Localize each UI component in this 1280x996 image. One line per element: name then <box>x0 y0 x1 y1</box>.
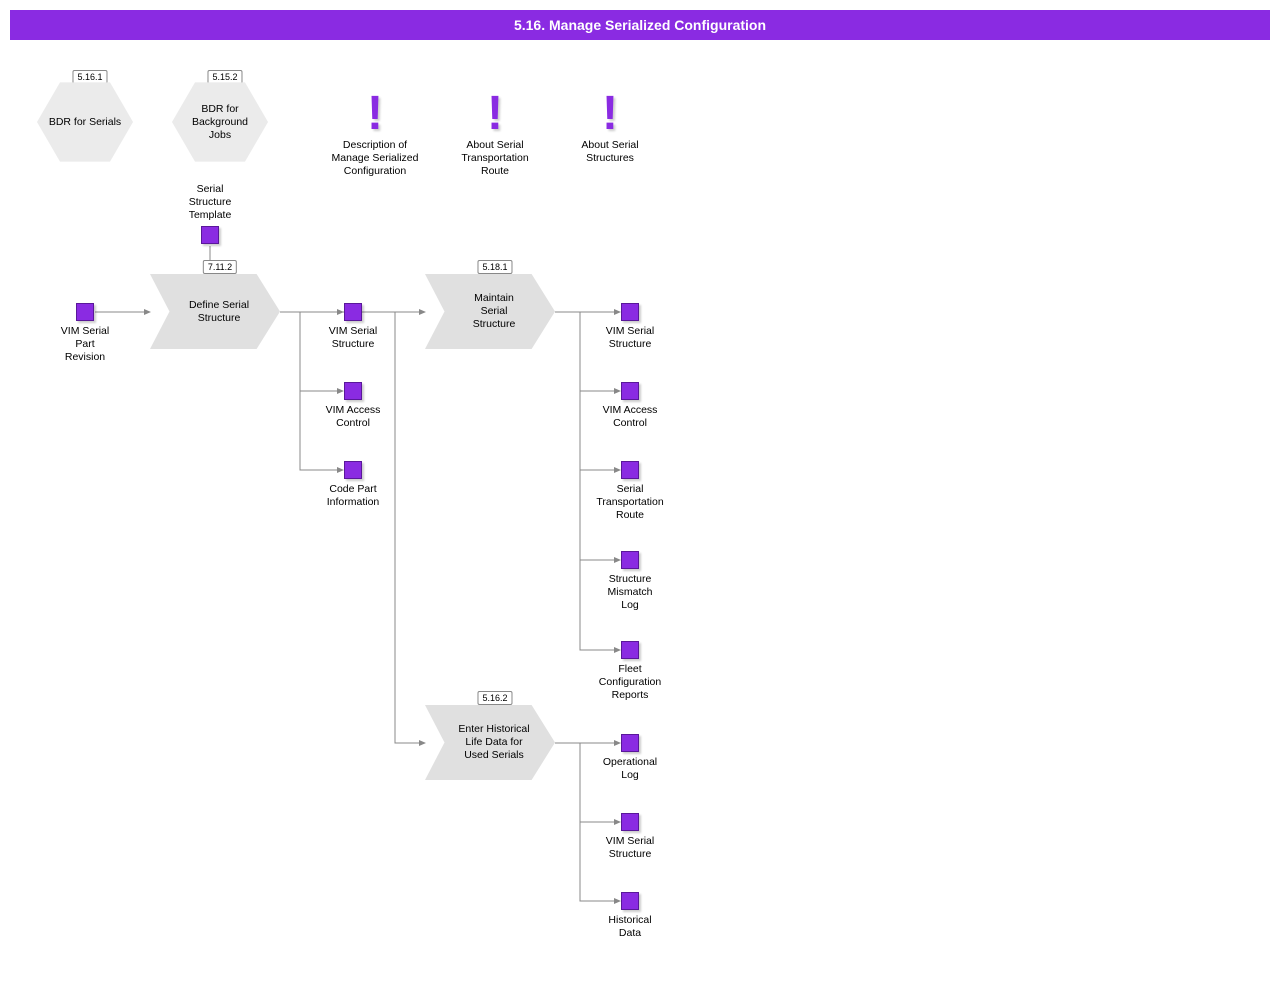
data-structure-mismatch-log[interactable]: Structure Mismatch Log <box>580 551 680 612</box>
code-tag: 5.16.2 <box>477 691 512 705</box>
exclamation-icon: ! <box>555 93 665 135</box>
data-label: Structure Mismatch Log <box>580 573 680 612</box>
data-square-icon <box>201 226 219 244</box>
data-label: VIM Serial Part Revision <box>35 325 135 364</box>
data-vim-serial-structure-1[interactable]: VIM Serial Structure <box>303 303 403 351</box>
code-tag: 7.11.2 <box>203 260 237 274</box>
info-label: About Serial Transportation Route <box>440 139 550 178</box>
info-description[interactable]: ! Description of Manage Serialized Confi… <box>320 93 430 178</box>
hex-bdr-background[interactable]: 5.15.2 BDR for Background Jobs <box>170 78 280 173</box>
data-operational-log[interactable]: Operational Log <box>580 734 680 782</box>
process-define-serial-structure[interactable]: 7.11.2 Define Serial Structure <box>150 274 290 354</box>
info-serial-structures[interactable]: ! About Serial Structures <box>555 93 665 165</box>
data-fleet-configuration-reports[interactable]: Fleet Configuration Reports <box>580 641 680 702</box>
data-square-icon <box>344 382 362 400</box>
data-square-icon <box>344 461 362 479</box>
proc-label: Maintain Serial Structure <box>451 292 530 331</box>
data-label: Serial Transportation Route <box>580 483 680 522</box>
code-tag: 5.18.1 <box>477 260 512 274</box>
data-square-icon <box>621 303 639 321</box>
data-label: VIM Serial Structure <box>580 325 680 351</box>
data-label: Fleet Configuration Reports <box>580 663 680 702</box>
data-square-icon <box>621 813 639 831</box>
process-enter-historical-life-data[interactable]: 5.16.2 Enter Historical Life Data for Us… <box>425 705 565 785</box>
info-label: Description of Manage Serialized Configu… <box>320 139 430 178</box>
data-vim-serial-structure-2[interactable]: VIM Serial Structure <box>580 303 680 351</box>
data-square-icon <box>621 382 639 400</box>
exclamation-icon: ! <box>440 93 550 135</box>
data-label: Operational Log <box>580 756 680 782</box>
data-square-icon <box>621 734 639 752</box>
data-vim-access-control-1[interactable]: VIM Access Control <box>303 382 403 430</box>
data-square-icon <box>621 641 639 659</box>
proc-label: Enter Historical Life Data for Used Seri… <box>436 723 543 762</box>
data-label: VIM Access Control <box>303 404 403 430</box>
data-square-icon <box>621 461 639 479</box>
data-square-icon <box>76 303 94 321</box>
page-title: 5.16. Manage Serialized Configuration <box>10 10 1270 40</box>
hex-label: BDR for Background Jobs <box>192 103 248 142</box>
proc-label: Define Serial Structure <box>167 299 263 325</box>
data-square-icon <box>344 303 362 321</box>
info-label: About Serial Structures <box>555 139 665 165</box>
data-square-icon <box>621 892 639 910</box>
code-tag: 5.16.1 <box>72 70 107 84</box>
process-maintain-serial-structure[interactable]: 5.18.1 Maintain Serial Structure <box>425 274 565 354</box>
data-square-icon <box>621 551 639 569</box>
data-vim-serial-structure-3[interactable]: VIM Serial Structure <box>580 813 680 861</box>
hex-label: BDR for Serials <box>49 116 121 129</box>
data-serial-transportation-route[interactable]: Serial Transportation Route <box>580 461 680 522</box>
data-label: Serial Structure Template <box>160 183 260 222</box>
diagram-canvas: 5.16.1 BDR for Serials 5.15.2 BDR for Ba… <box>0 58 1280 948</box>
data-serial-structure-template[interactable]: Serial Structure Template <box>160 183 260 248</box>
data-label: VIM Serial Structure <box>580 835 680 861</box>
data-vim-serial-part-revision[interactable]: VIM Serial Part Revision <box>35 303 135 364</box>
data-label: Historical Data <box>580 914 680 940</box>
data-label: Code Part Information <box>303 483 403 509</box>
data-label: VIM Serial Structure <box>303 325 403 351</box>
code-tag: 5.15.2 <box>207 70 242 84</box>
data-code-part-information[interactable]: Code Part Information <box>303 461 403 509</box>
exclamation-icon: ! <box>320 93 430 135</box>
data-label: VIM Access Control <box>580 404 680 430</box>
data-vim-access-control-2[interactable]: VIM Access Control <box>580 382 680 430</box>
hex-bdr-serials[interactable]: 5.16.1 BDR for Serials <box>35 78 145 173</box>
data-historical-data[interactable]: Historical Data <box>580 892 680 940</box>
info-transport-route[interactable]: ! About Serial Transportation Route <box>440 93 550 178</box>
